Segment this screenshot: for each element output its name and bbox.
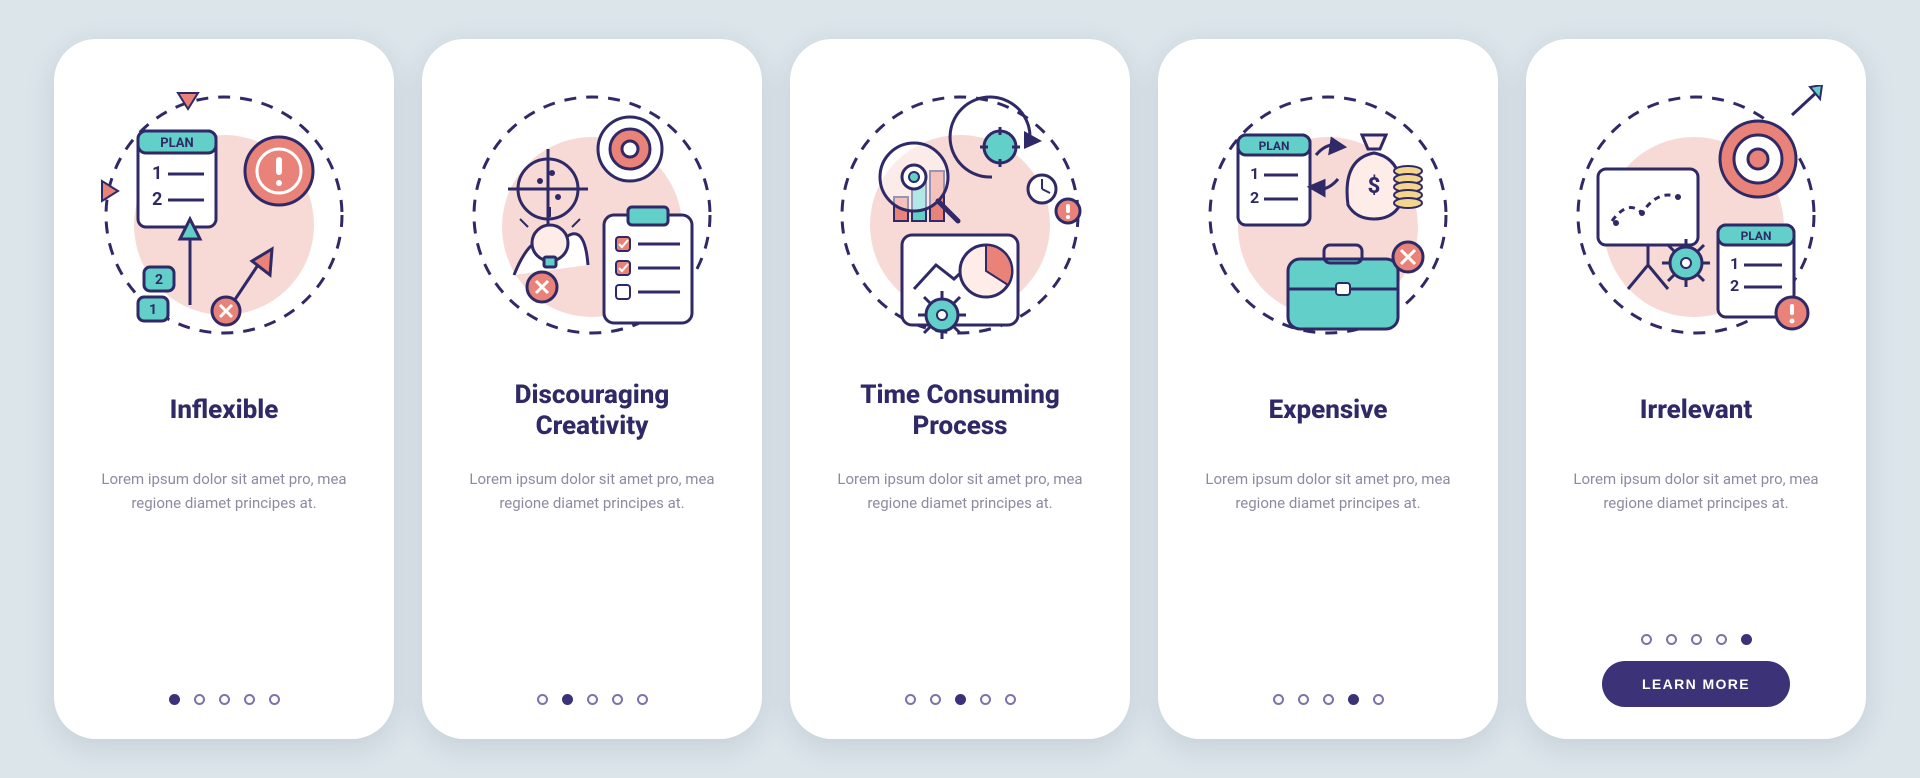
card-title: Irrelevant bbox=[1634, 379, 1758, 443]
pager-dot-2[interactable] bbox=[1666, 634, 1677, 645]
pager-dot-1[interactable] bbox=[169, 694, 180, 705]
pager bbox=[1273, 694, 1384, 705]
pager-dot-5[interactable] bbox=[1373, 694, 1384, 705]
onboarding-card-discouraging-creativity: Discouraging Creativity Lorem ipsum dolo… bbox=[422, 39, 762, 739]
svg-text:1: 1 bbox=[152, 163, 162, 184]
irrelevant-icon: PLAN 1 2 bbox=[1566, 85, 1826, 345]
pager-dot-1[interactable] bbox=[537, 694, 548, 705]
pager-dot-4[interactable] bbox=[1348, 694, 1359, 705]
pager-dot-3[interactable] bbox=[955, 694, 966, 705]
pager-dot-4[interactable] bbox=[244, 694, 255, 705]
pager-dot-4[interactable] bbox=[980, 694, 991, 705]
pager-dot-4[interactable] bbox=[612, 694, 623, 705]
card-body: Lorem ipsum dolor sit amet pro, mea regi… bbox=[450, 467, 734, 515]
onboarding-card-inflexible: PLAN 1 2 bbox=[54, 39, 394, 739]
pager-dot-2[interactable] bbox=[194, 694, 205, 705]
card-body: Lorem ipsum dolor sit amet pro, mea regi… bbox=[818, 467, 1102, 515]
svg-text:1: 1 bbox=[1250, 164, 1259, 183]
pager-dot-4[interactable] bbox=[1716, 634, 1727, 645]
pager-dot-3[interactable] bbox=[1323, 694, 1334, 705]
discouraging-creativity-icon bbox=[462, 85, 722, 345]
inflexible-icon: PLAN 1 2 bbox=[94, 85, 354, 345]
card-title: Expensive bbox=[1263, 379, 1394, 443]
pager bbox=[1641, 634, 1752, 645]
pager-dot-5[interactable] bbox=[637, 694, 648, 705]
onboarding-card-expensive: PLAN 1 2 $ bbox=[1158, 39, 1498, 739]
svg-text:PLAN: PLAN bbox=[1259, 139, 1290, 153]
svg-text:2: 2 bbox=[1250, 188, 1259, 207]
card-body: Lorem ipsum dolor sit amet pro, mea regi… bbox=[1186, 467, 1470, 515]
pager-dot-5[interactable] bbox=[269, 694, 280, 705]
card-title: Discouraging Creativity bbox=[509, 379, 676, 443]
card-body: Lorem ipsum dolor sit amet pro, mea regi… bbox=[1554, 467, 1838, 515]
pager-dot-2[interactable] bbox=[562, 694, 573, 705]
svg-text:$: $ bbox=[1368, 174, 1381, 199]
svg-text:2: 2 bbox=[155, 272, 163, 288]
pager-dot-5[interactable] bbox=[1741, 634, 1752, 645]
svg-text:PLAN: PLAN bbox=[160, 136, 193, 151]
svg-text:1: 1 bbox=[149, 302, 157, 318]
time-consuming-icon bbox=[830, 85, 1090, 345]
pager bbox=[905, 694, 1016, 705]
pager-dot-3[interactable] bbox=[1691, 634, 1702, 645]
pager-dot-3[interactable] bbox=[219, 694, 230, 705]
pager bbox=[169, 694, 280, 705]
card-body: Lorem ipsum dolor sit amet pro, mea regi… bbox=[82, 467, 366, 515]
svg-text:2: 2 bbox=[1730, 276, 1739, 295]
svg-text:2: 2 bbox=[152, 189, 162, 210]
pager-dot-2[interactable] bbox=[1298, 694, 1309, 705]
onboarding-card-irrelevant: PLAN 1 2 Irrelevant bbox=[1526, 39, 1866, 739]
learn-more-button[interactable]: LEARN MORE bbox=[1602, 661, 1790, 707]
pager bbox=[537, 694, 648, 705]
pager-dot-1[interactable] bbox=[1641, 634, 1652, 645]
card-title: Inflexible bbox=[164, 379, 285, 443]
svg-text:PLAN: PLAN bbox=[1741, 229, 1772, 243]
pager-dot-3[interactable] bbox=[587, 694, 598, 705]
onboarding-card-time-consuming: Time Consuming Process Lorem ipsum dolor… bbox=[790, 39, 1130, 739]
pager-dot-5[interactable] bbox=[1005, 694, 1016, 705]
pager-dot-1[interactable] bbox=[905, 694, 916, 705]
pager-dot-2[interactable] bbox=[930, 694, 941, 705]
pager-dot-1[interactable] bbox=[1273, 694, 1284, 705]
svg-text:1: 1 bbox=[1730, 254, 1739, 273]
expensive-icon: PLAN 1 2 $ bbox=[1198, 85, 1458, 345]
card-title: Time Consuming Process bbox=[854, 379, 1066, 443]
